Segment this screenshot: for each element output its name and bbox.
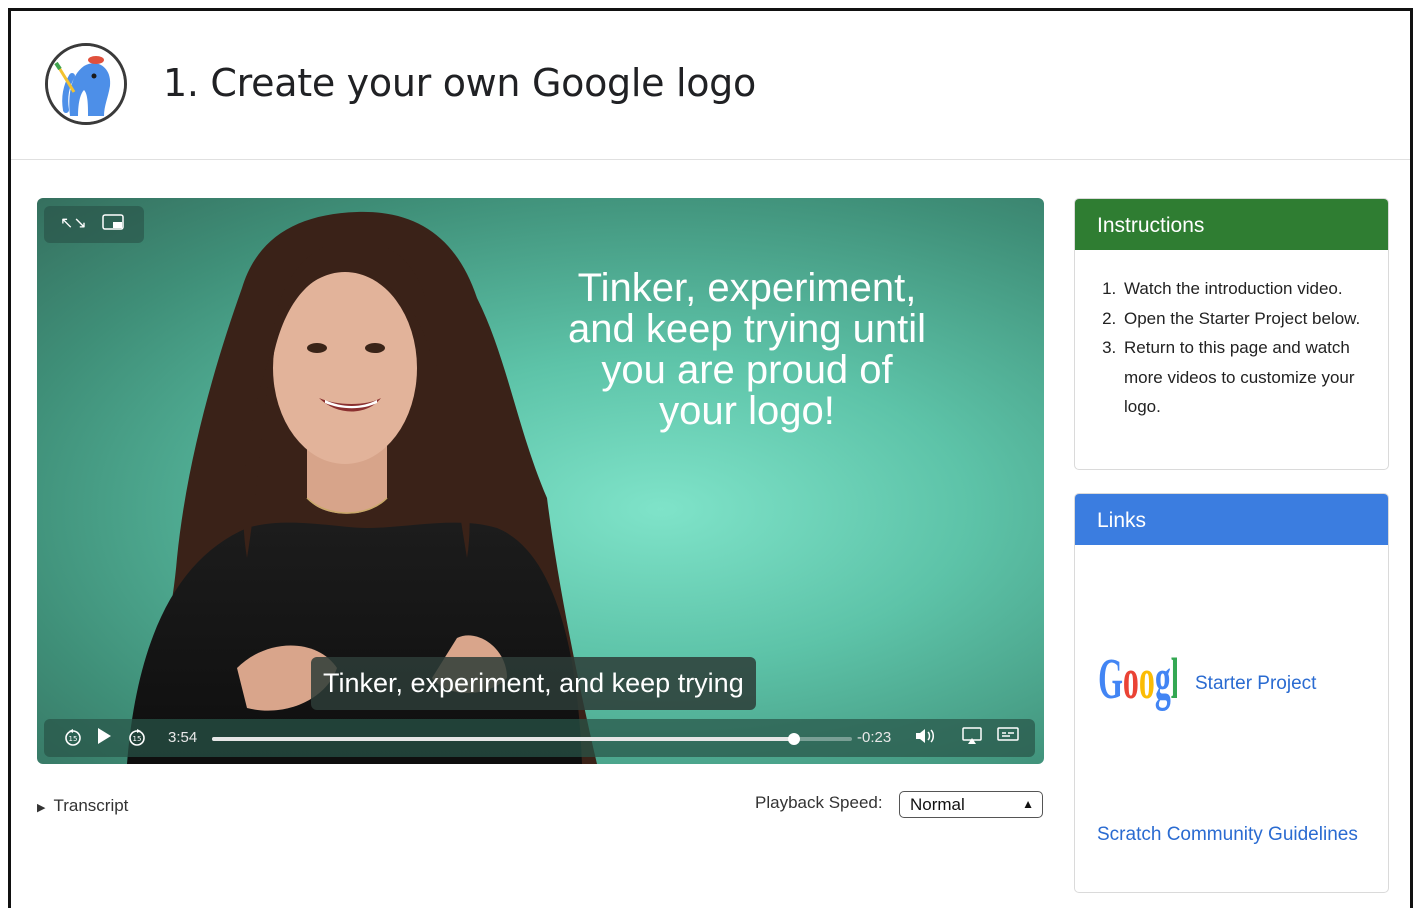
picture-in-picture-icon[interactable] <box>102 214 124 234</box>
select-arrows-icon: ▲ <box>1022 797 1034 811</box>
page-title: 1. Create your own Google logo <box>163 61 756 105</box>
google-logo-icon: Google <box>1098 647 1177 711</box>
video-progress-bar[interactable] <box>212 733 852 745</box>
video-overlay-text: Tinker, experiment, and keep trying unti… <box>567 266 926 433</box>
fullscreen-icon[interactable]: ↖↘ <box>60 214 87 234</box>
links-panel: Links Google Starter Project Scratch Com… <box>1074 493 1389 893</box>
instructions-list: Watch the introduction video. Open the S… <box>1075 274 1388 422</box>
airplay-icon[interactable] <box>960 727 984 749</box>
play-icon[interactable] <box>94 727 114 749</box>
volume-icon[interactable] <box>914 727 940 749</box>
scratch-elephant-logo-icon <box>45 43 127 125</box>
video-caption: Tinker, experiment, and keep trying <box>311 657 756 710</box>
video-player[interactable]: ↖↘ Tinker, experiment, and keep trying u… <box>37 198 1044 764</box>
video-progress-thumb[interactable] <box>788 733 801 745</box>
svg-text:15: 15 <box>69 735 78 743</box>
transcript-label: Transcript <box>53 796 129 815</box>
community-guidelines-link[interactable]: Scratch Community Guidelines <box>1097 824 1358 846</box>
page-frame: 1. Create your own Google logo ↖↘ Tinker… <box>8 8 1413 908</box>
instruction-step: Return to this page and watch more video… <box>1121 333 1374 422</box>
video-controls: 15 15 3:54 -0:23 <box>44 719 1035 757</box>
disclosure-triangle-icon: ▶ <box>37 802 46 814</box>
remaining-time: -0:23 <box>857 729 892 746</box>
playback-speed-label: Playback Speed: <box>755 793 883 812</box>
instruction-step: Watch the introduction video. <box>1121 274 1374 304</box>
forward-15-icon[interactable]: 15 <box>126 727 148 749</box>
page-header: 1. Create your own Google logo <box>11 11 1410 160</box>
svg-text:Google: Google <box>1098 647 1177 711</box>
instructions-panel: Instructions Watch the introduction vide… <box>1074 198 1389 470</box>
starter-project-link[interactable]: Starter Project <box>1195 673 1316 695</box>
elapsed-time: 3:54 <box>168 729 198 746</box>
svg-text:15: 15 <box>133 735 142 743</box>
instruction-step: Open the Starter Project below. <box>1121 304 1374 334</box>
links-title: Links <box>1075 494 1388 545</box>
playback-speed-select[interactable]: Normal ▲ <box>899 791 1043 818</box>
instructions-title: Instructions <box>1075 199 1388 250</box>
captions-icon[interactable] <box>996 727 1020 749</box>
rewind-15-icon[interactable]: 15 <box>62 727 84 749</box>
video-top-controls: ↖↘ <box>44 206 144 243</box>
playback-speed-value: Normal <box>910 795 965 814</box>
transcript-toggle[interactable]: ▶ Transcript <box>37 796 128 816</box>
video-progress-fill <box>212 737 795 741</box>
